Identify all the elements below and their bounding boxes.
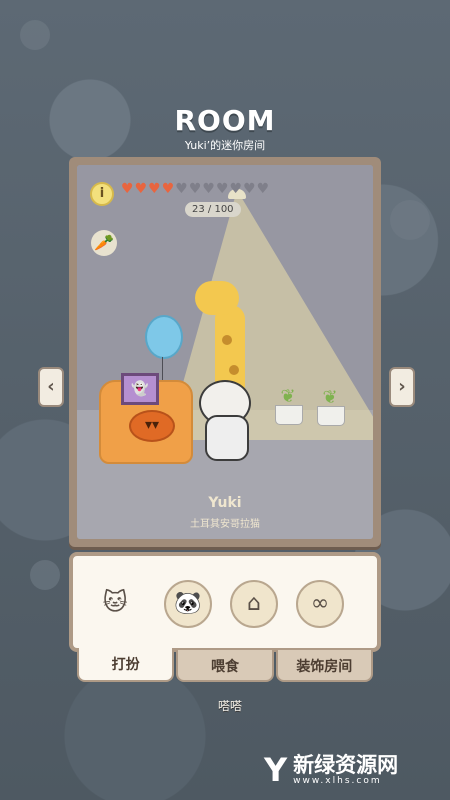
costume-hat-icon[interactable]: ⌂ bbox=[230, 580, 278, 628]
carrot-icon[interactable]: 🥕 bbox=[91, 230, 117, 256]
giraffe-head bbox=[195, 281, 239, 315]
costume-glasses-icon[interactable]: ∞ bbox=[296, 580, 344, 628]
tab-decorate-room[interactable]: 装饰房间 bbox=[275, 648, 373, 682]
tab-bar: 打扮 喂食 装饰房间 bbox=[77, 648, 375, 684]
costume-panel: 🐱 🐼 ⌂ ∞ bbox=[69, 552, 381, 652]
balloon-icon[interactable] bbox=[145, 315, 183, 359]
info-button[interactable]: i bbox=[90, 182, 114, 206]
affection-hearts: ♥ ♥ ♥ ♥ ♥ ♥ ♥ ♥ ♥ ♥ ♥ bbox=[121, 180, 269, 198]
affection-counter: 23 / 100 bbox=[185, 202, 241, 217]
heart-icon: ♥ bbox=[161, 181, 175, 197]
pet-breed: 土耳其安哥拉猫 bbox=[190, 519, 260, 530]
watermark-url: www.xlhs.com bbox=[293, 776, 382, 786]
next-room-button[interactable]: › bbox=[389, 367, 415, 407]
room-view[interactable]: i ♥ ♥ ♥ ♥ ♥ ♥ ♥ ♥ ♥ ♥ ♥ 23 / 100 🥕 👻 ▾▾ ❦ ❦ Yuki 土… bbox=[77, 165, 373, 539]
room-frame: i ♥ ♥ ♥ ♥ ♥ ♥ ♥ ♥ ♥ ♥ ♥ 23 / 100 🥕 👻 ▾▾ ❦ ❦ Yuki 土… bbox=[69, 157, 381, 547]
pot bbox=[275, 405, 303, 425]
heart-icon: ♥ bbox=[202, 181, 215, 197]
watermark-logo-icon: Y bbox=[264, 751, 288, 789]
plant-pot-1[interactable]: ❦ bbox=[275, 385, 303, 425]
background-decoration bbox=[30, 560, 60, 590]
heart-icon: ♥ bbox=[175, 181, 188, 197]
heart-icon: ♥ bbox=[256, 181, 270, 197]
page-title: ROOM bbox=[174, 104, 276, 137]
heart-icon: ♥ bbox=[121, 181, 134, 197]
background-decoration bbox=[390, 200, 430, 240]
pumpkin-icon[interactable]: ▾▾ bbox=[129, 410, 175, 442]
cat-panda-costume-body[interactable] bbox=[205, 415, 249, 461]
costume-panda-icon[interactable]: 🐼 bbox=[164, 580, 212, 628]
page-subtitle: Yuki’的迷你房间 bbox=[184, 139, 266, 152]
tab-dress-up[interactable]: 打扮 bbox=[77, 648, 175, 682]
pet-name: Yuki bbox=[208, 495, 242, 511]
sign-text: 嗒嗒 bbox=[218, 699, 243, 713]
pot bbox=[317, 406, 345, 426]
watermark-text: 新绿资源网 bbox=[293, 753, 399, 777]
heart-icon: ♥ bbox=[215, 181, 229, 197]
ghost-picture-icon: 👻 bbox=[121, 373, 159, 405]
tab-feed[interactable]: 喂食 bbox=[176, 648, 274, 682]
prev-room-button[interactable]: ‹ bbox=[38, 367, 64, 407]
giraffe-spot bbox=[229, 365, 239, 375]
background-decoration bbox=[20, 20, 50, 50]
heart-icon: ♥ bbox=[134, 181, 148, 197]
giraffe-spot bbox=[222, 335, 232, 345]
heart-icon: ♥ bbox=[229, 181, 243, 197]
plant-pot-2[interactable]: ❦ bbox=[317, 387, 345, 426]
heart-icon: ♥ bbox=[188, 181, 202, 197]
watermark: Y 新绿资源网 www.xlhs.com bbox=[264, 754, 398, 786]
cat-preview-icon[interactable]: 🐱 bbox=[91, 580, 139, 628]
heart-icon: ♥ bbox=[148, 181, 161, 197]
heart-icon: ♥ bbox=[243, 181, 256, 197]
